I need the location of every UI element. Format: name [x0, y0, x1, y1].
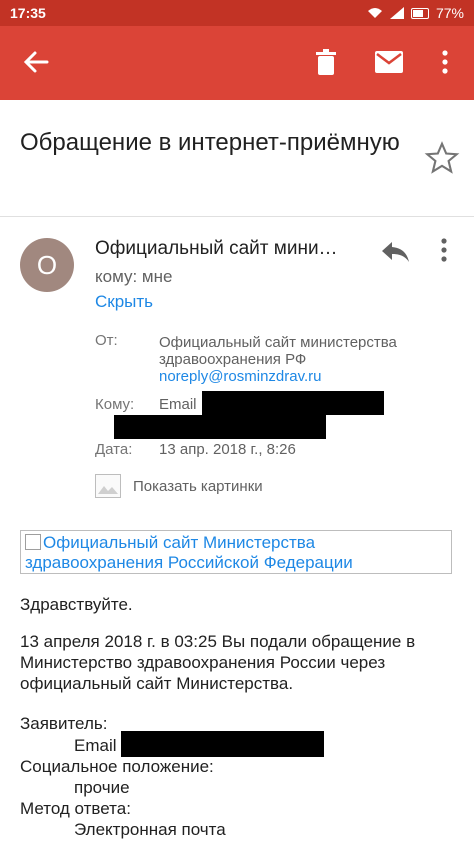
social-value: прочие — [74, 778, 130, 797]
from-name: Официальный сайт министерства здравоохра… — [159, 334, 397, 368]
method-label: Метод ответа: — [20, 799, 131, 818]
hide-details-link[interactable]: Скрыть — [95, 292, 153, 312]
broken-image-alt: Официальный сайт Министерства здравоохра… — [25, 533, 353, 572]
status-time: 17:35 — [10, 5, 46, 21]
from-value: Официальный сайт министерства здравоохра… — [159, 334, 439, 385]
to-label: Кому: — [95, 396, 135, 413]
avatar[interactable]: О — [20, 238, 74, 292]
status-bar: 17:35 77% — [0, 0, 474, 26]
delete-button[interactable] — [304, 40, 348, 84]
sender-name: Официальный сайт мини… — [95, 238, 338, 259]
greeting: Здравствуйте. — [20, 595, 133, 614]
method-value: Электронная почта — [74, 820, 226, 839]
applicant-label: Заявитель: — [20, 714, 108, 733]
broken-image-icon — [25, 534, 41, 550]
from-label: От: — [95, 332, 118, 349]
more-vert-icon[interactable] — [432, 234, 456, 268]
back-button[interactable] — [14, 40, 58, 84]
show-images-label: Показать картинки — [133, 477, 263, 495]
body-paragraph: 13 апреля 2018 г. в 03:25 Вы подали обра… — [20, 632, 416, 693]
email-subject: Обращение в интернет-приёмную — [20, 129, 400, 156]
mail-icon — [375, 51, 403, 73]
app-bar — [0, 26, 474, 100]
wifi-icon — [367, 8, 382, 18]
to-value: Email — [159, 396, 197, 413]
more-options-button[interactable] — [423, 40, 467, 84]
subject-area: Обращение в интернет-приёмную — [0, 100, 474, 217]
signal-icon — [389, 7, 404, 19]
mark-unread-button[interactable] — [367, 40, 411, 84]
social-label: Социальное положение: — [20, 757, 214, 776]
show-images-button[interactable]: Показать картинки — [95, 474, 263, 498]
trash-icon — [316, 49, 336, 75]
recipient-summary: кому: мне — [95, 267, 173, 286]
more-vert-icon — [442, 50, 448, 74]
star-icon[interactable] — [424, 140, 460, 176]
image-icon — [95, 474, 121, 498]
redaction-block — [121, 731, 324, 757]
redaction-block — [114, 415, 326, 439]
reply-icon[interactable] — [378, 234, 412, 268]
redaction-block — [202, 391, 384, 415]
from-email-link[interactable]: noreply@rosminzdrav.ru — [159, 368, 439, 385]
applicant-email-label: Email — [74, 736, 117, 755]
date-value: 13 апр. 2018 г., 8:26 — [159, 441, 296, 458]
battery-icon — [410, 7, 429, 19]
back-icon — [23, 51, 49, 73]
broken-image-link[interactable]: Официальный сайт Министерства здравоохра… — [20, 530, 452, 574]
battery-level: 77% — [435, 5, 464, 21]
date-label: Дата: — [95, 441, 133, 458]
